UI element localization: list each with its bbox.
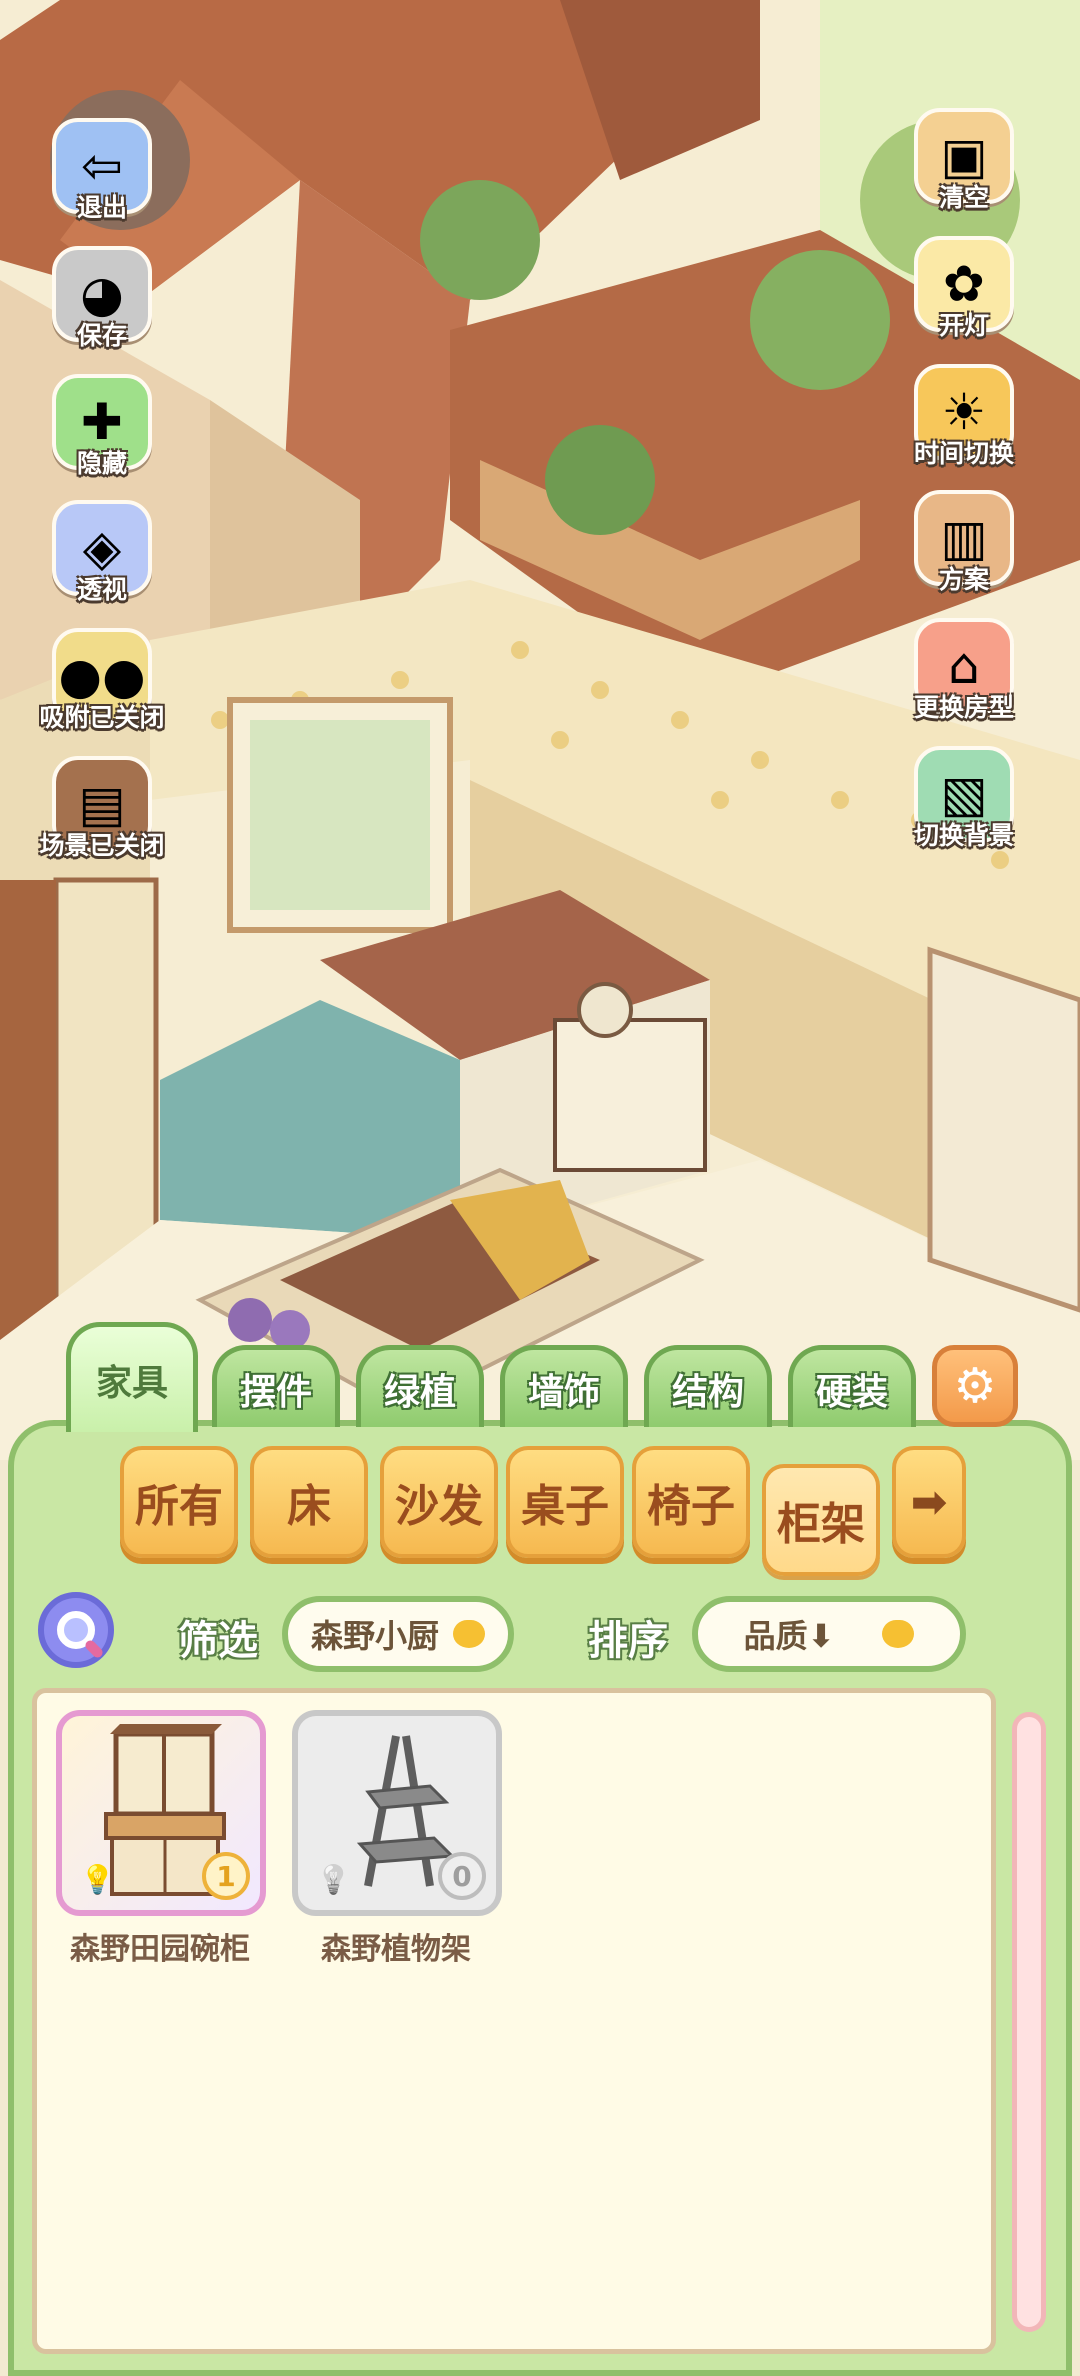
next-arrow-button[interactable]: ➡ — [892, 1446, 966, 1558]
save-button[interactable]: ◕ 保存 — [32, 246, 172, 366]
scene-label: 场景已关闭 — [39, 831, 165, 860]
plan-button[interactable]: ▥ 方案 — [894, 490, 1034, 610]
dropdown-chevron-icon — [453, 1620, 485, 1648]
search-handle — [83, 1638, 105, 1660]
room-scene[interactable]: ⇦ 退出 ◕ 保存 ✚ 隐藏 ◈ 透视 ●● 吸附已关闭 ▤ 场景已关闭 ▣ 清… — [0, 0, 1080, 1460]
save-label: 保存 — [76, 321, 127, 350]
tab-ornaments[interactable]: 摆件 — [212, 1345, 340, 1427]
filter-dropdown[interactable]: 森野小厨 — [282, 1596, 514, 1672]
change-layout-label: 更换房型 — [913, 693, 1014, 722]
switch-background-button[interactable]: ▧ 切换背景 — [894, 746, 1034, 866]
hide-label: 隐藏 — [76, 449, 127, 478]
snap-label: 吸附已关闭 — [39, 703, 165, 732]
subtab-sofa[interactable]: 沙发 — [380, 1446, 498, 1558]
item-count-badge: 0 — [438, 1852, 486, 1900]
tab-plants[interactable]: 绿植 — [356, 1345, 484, 1427]
bulb-icon: 💡 — [316, 1863, 351, 1896]
clear-button[interactable]: ▣ 清空 — [894, 108, 1034, 228]
right-arrow-icon: ➡ — [910, 1476, 948, 1528]
tab-hard-decor[interactable]: 硬装 — [788, 1345, 916, 1427]
tab-wall-decor[interactable]: 墙饰 — [500, 1345, 628, 1427]
settings-gear-icon[interactable]: ⚙ — [932, 1345, 1018, 1427]
switch-background-label: 切换背景 — [913, 821, 1014, 850]
item-card[interactable]: 💡 0 — [292, 1710, 502, 1916]
light-button[interactable]: ✿ 开灯 — [894, 236, 1034, 356]
perspective-label: 透视 — [76, 575, 127, 604]
light-label: 开灯 — [938, 311, 989, 340]
tab-structure[interactable]: 结构 — [644, 1345, 772, 1427]
hide-button[interactable]: ✚ 隐藏 — [32, 374, 172, 494]
subtab-chair[interactable]: 椅子 — [632, 1446, 750, 1558]
perspective-button[interactable]: ◈ 透视 — [32, 500, 172, 620]
subtab-all[interactable]: 所有 — [120, 1446, 238, 1558]
time-switch-label: 时间切换 — [913, 439, 1014, 468]
dropdown-chevron-icon — [882, 1620, 915, 1648]
filter-value: 森野小厨 — [310, 1617, 439, 1655]
scene-toggle-button[interactable]: ▤ 场景已关闭 — [32, 756, 172, 876]
subtab-bed[interactable]: 床 — [250, 1446, 368, 1558]
subtab-cabinet[interactable]: 柜架 — [762, 1464, 880, 1576]
time-switch-button[interactable]: ☀ 时间切换 — [894, 364, 1034, 484]
sort-dropdown[interactable]: 品质⬇ — [692, 1596, 966, 1672]
change-layout-button[interactable]: ⌂ 更换房型 — [894, 618, 1034, 738]
grid-scrollbar[interactable] — [1012, 1712, 1046, 2332]
item-count-badge: 1 — [202, 1852, 250, 1900]
plan-label: 方案 — [938, 565, 989, 594]
sort-label: 排序 — [588, 1618, 668, 1664]
bulb-icon: 💡 — [80, 1863, 115, 1896]
item-name: 森野植物架 — [321, 1932, 471, 1967]
tab-furniture[interactable]: 家具 — [66, 1322, 198, 1432]
subtab-table[interactable]: 桌子 — [506, 1446, 624, 1558]
item-name: 森野田园碗柜 — [70, 1932, 250, 1967]
exit-button[interactable]: ⇦ 退出 — [32, 118, 172, 238]
item-card[interactable]: 💡 1 — [56, 1710, 266, 1916]
search-button[interactable] — [38, 1592, 114, 1668]
exit-label: 退出 — [76, 193, 127, 222]
sort-value: 品质⬇ — [743, 1617, 835, 1655]
snap-toggle-button[interactable]: ●● 吸附已关闭 — [32, 628, 172, 748]
filter-label: 筛选 — [178, 1618, 258, 1664]
clear-label: 清空 — [938, 183, 989, 212]
